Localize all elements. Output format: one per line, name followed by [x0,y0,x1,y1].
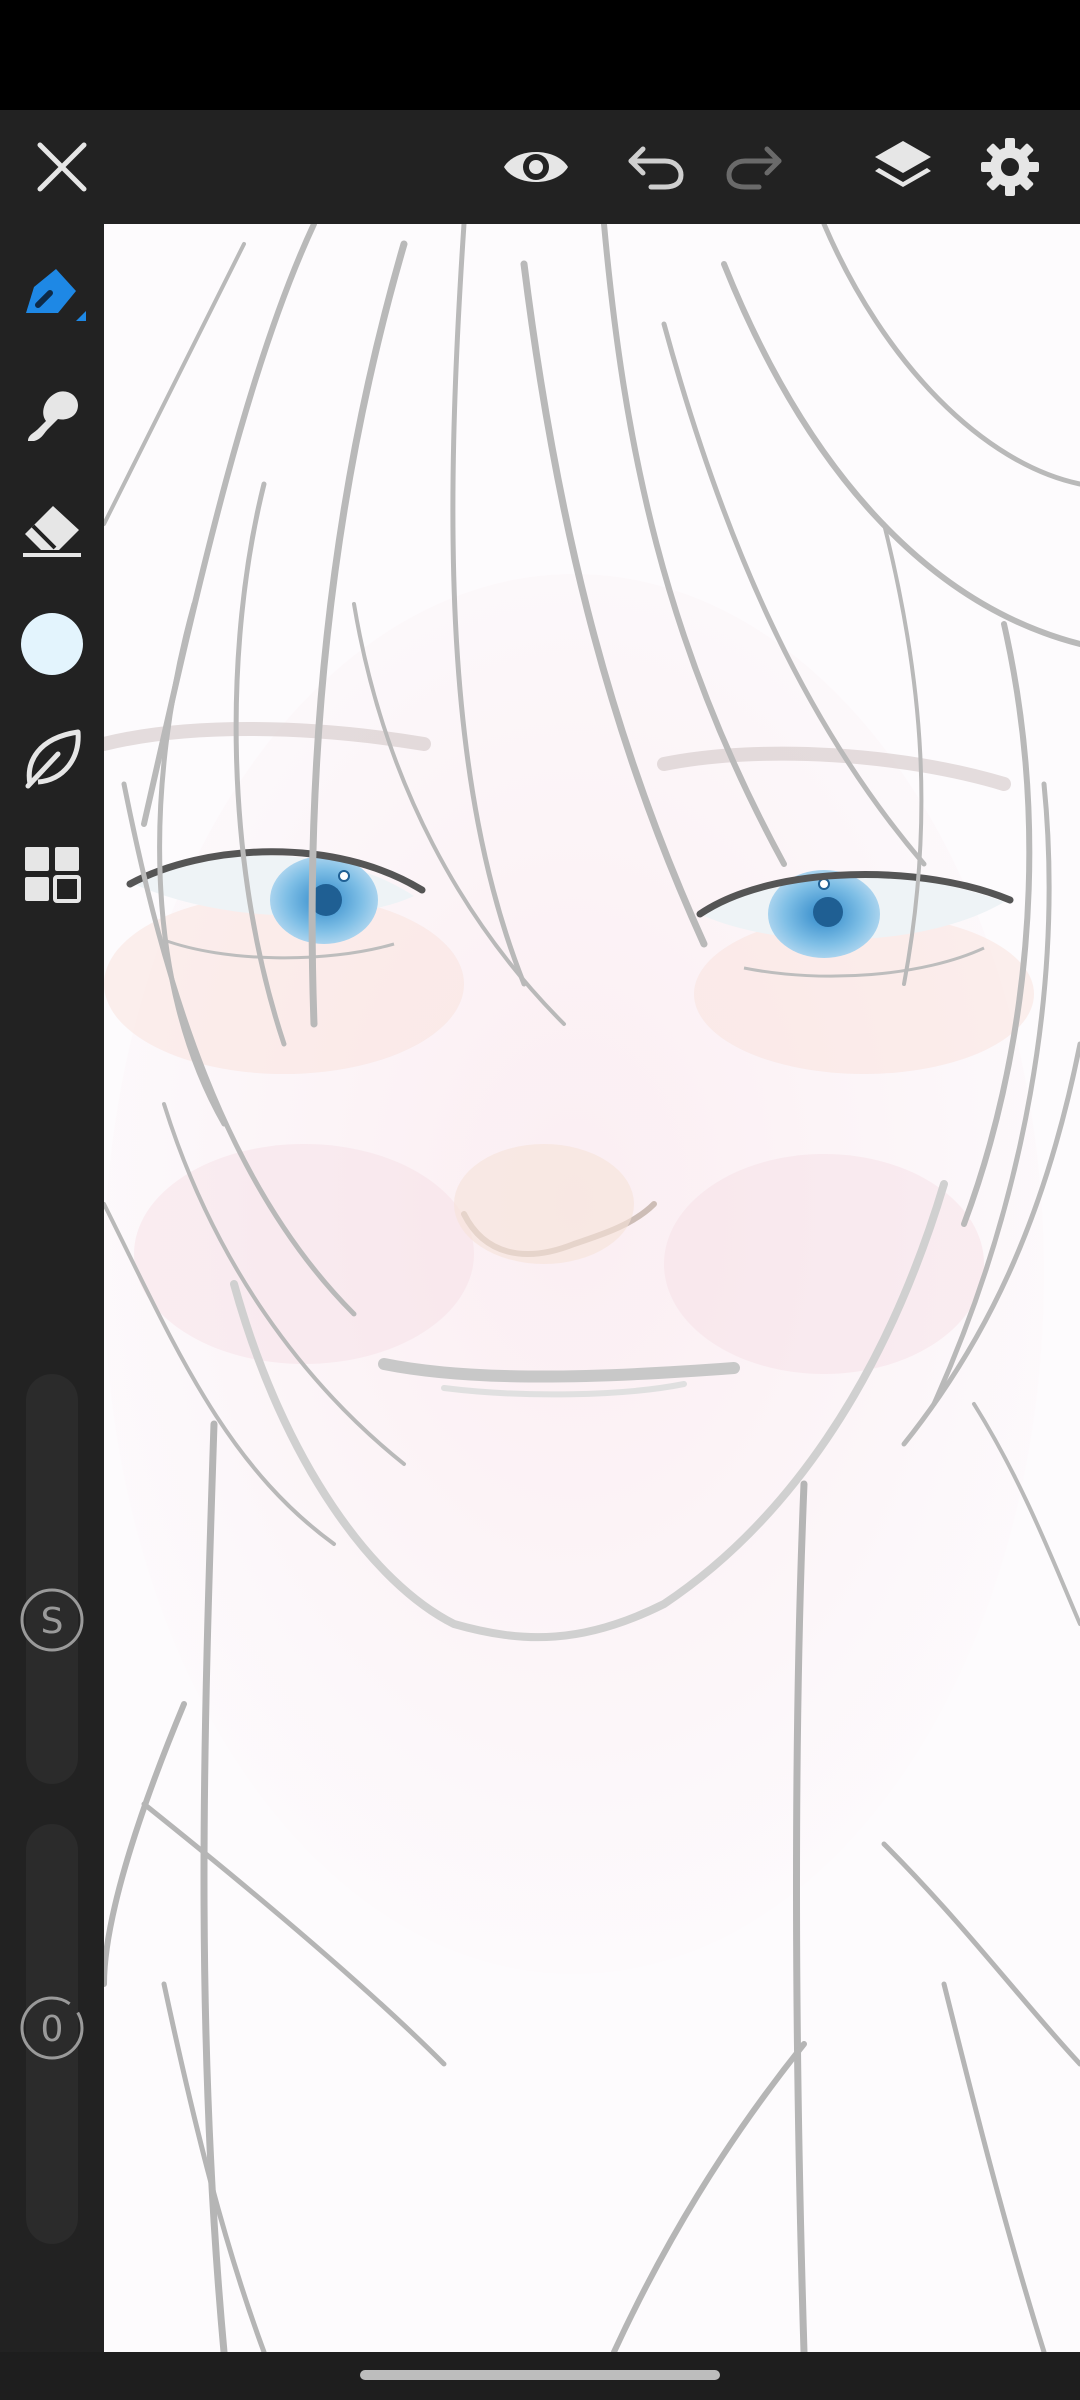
tool-sidebar: S 0 [0,224,104,2352]
eraser-icon [23,506,81,557]
pen-icon [26,269,86,321]
grid-tool[interactable] [0,824,104,924]
eraser-tool[interactable] [0,478,104,578]
grid-icon [25,847,81,903]
status-bar [0,0,1080,110]
redo-button[interactable] [706,110,802,224]
eye-icon [504,152,568,182]
layers-button[interactable] [855,110,951,224]
leaf-tool[interactable] [0,708,104,808]
artwork [104,224,1080,2352]
gear-icon [981,138,1039,196]
brush-tool[interactable] [0,245,104,345]
navigation-bar [0,2352,1080,2400]
home-indicator[interactable] [360,2370,720,2380]
drawing-canvas[interactable] [104,224,1080,2352]
close-button[interactable] [14,110,110,224]
preview-button[interactable] [488,110,584,224]
color-swatch[interactable] [0,594,104,694]
smudge-tool[interactable] [0,365,104,465]
top-toolbar [0,110,1080,224]
opacity-badge-icon: 0 [20,1996,84,2060]
opacity-badge[interactable]: 0 [0,1978,104,2078]
smudge-icon [28,391,78,441]
undo-button[interactable] [608,110,704,224]
brush-size-badge[interactable]: S [0,1570,104,1670]
close-icon [37,142,87,192]
size-badge-label: S [41,1601,64,1642]
redo-icon [726,146,782,190]
settings-button[interactable] [962,110,1058,224]
undo-icon [628,146,684,190]
leaf-icon [25,729,81,789]
opacity-badge-label: 0 [41,2009,64,2050]
current-color-icon [21,613,83,675]
size-badge-icon: S [20,1588,84,1652]
layers-icon [875,141,931,187]
